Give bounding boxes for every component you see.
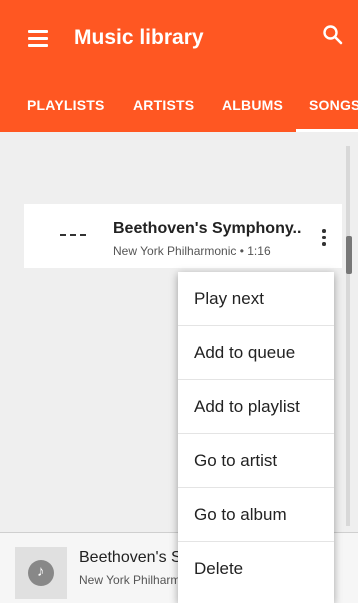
- song-art-placeholder: [60, 234, 86, 238]
- page-title: Music library: [74, 26, 204, 49]
- song-title: Beethoven's Symphony..: [113, 220, 302, 237]
- menu-item-label: Delete: [194, 559, 244, 578]
- tab-bar: PLAYLISTS ARTISTS ALBUMS SONGS: [0, 97, 358, 117]
- scrollbar-thumb[interactable]: [346, 236, 352, 274]
- music-note-icon: ♪: [28, 560, 54, 586]
- tab-playlists[interactable]: PLAYLISTS: [27, 97, 105, 113]
- context-menu: Play next Add to queue Add to playlist G…: [178, 272, 334, 603]
- app-bar: Music library PLAYLISTS ARTISTS ALBUMS S…: [0, 0, 358, 132]
- menu-item-go-to-album[interactable]: Go to album: [178, 488, 334, 542]
- menu-item-go-to-artist[interactable]: Go to artist: [178, 434, 334, 488]
- tab-selected-indicator: [296, 129, 358, 132]
- search-icon[interactable]: [322, 24, 344, 46]
- menu-item-label: Go to artist: [194, 451, 278, 470]
- more-vert-icon[interactable]: [322, 229, 328, 249]
- tab-songs[interactable]: SONGS: [309, 97, 358, 113]
- menu-item-label: Add to queue: [194, 343, 296, 362]
- menu-item-add-to-queue[interactable]: Add to queue: [178, 326, 334, 380]
- menu-item-add-to-playlist[interactable]: Add to playlist: [178, 380, 334, 434]
- menu-item-label: Add to playlist: [194, 397, 300, 416]
- song-list-item[interactable]: Beethoven's Symphony.. New York Philharm…: [24, 204, 342, 268]
- menu-item-play-next[interactable]: Play next: [178, 272, 334, 326]
- song-subtitle: New York Philharmonic • 1:16: [113, 244, 271, 258]
- now-playing-title: Beethoven's S: [79, 549, 182, 566]
- tab-artists[interactable]: ARTISTS: [133, 97, 194, 113]
- now-playing-subtitle: New York Philharm: [79, 573, 181, 587]
- now-playing-art: ♪: [15, 547, 67, 599]
- menu-item-label: Go to album: [194, 505, 287, 524]
- menu-item-label: Play next: [194, 289, 264, 308]
- scrollbar-track[interactable]: [346, 146, 350, 526]
- menu-item-delete[interactable]: Delete: [178, 542, 334, 596]
- hamburger-menu-icon[interactable]: [28, 30, 48, 47]
- tab-albums[interactable]: ALBUMS: [222, 97, 283, 113]
